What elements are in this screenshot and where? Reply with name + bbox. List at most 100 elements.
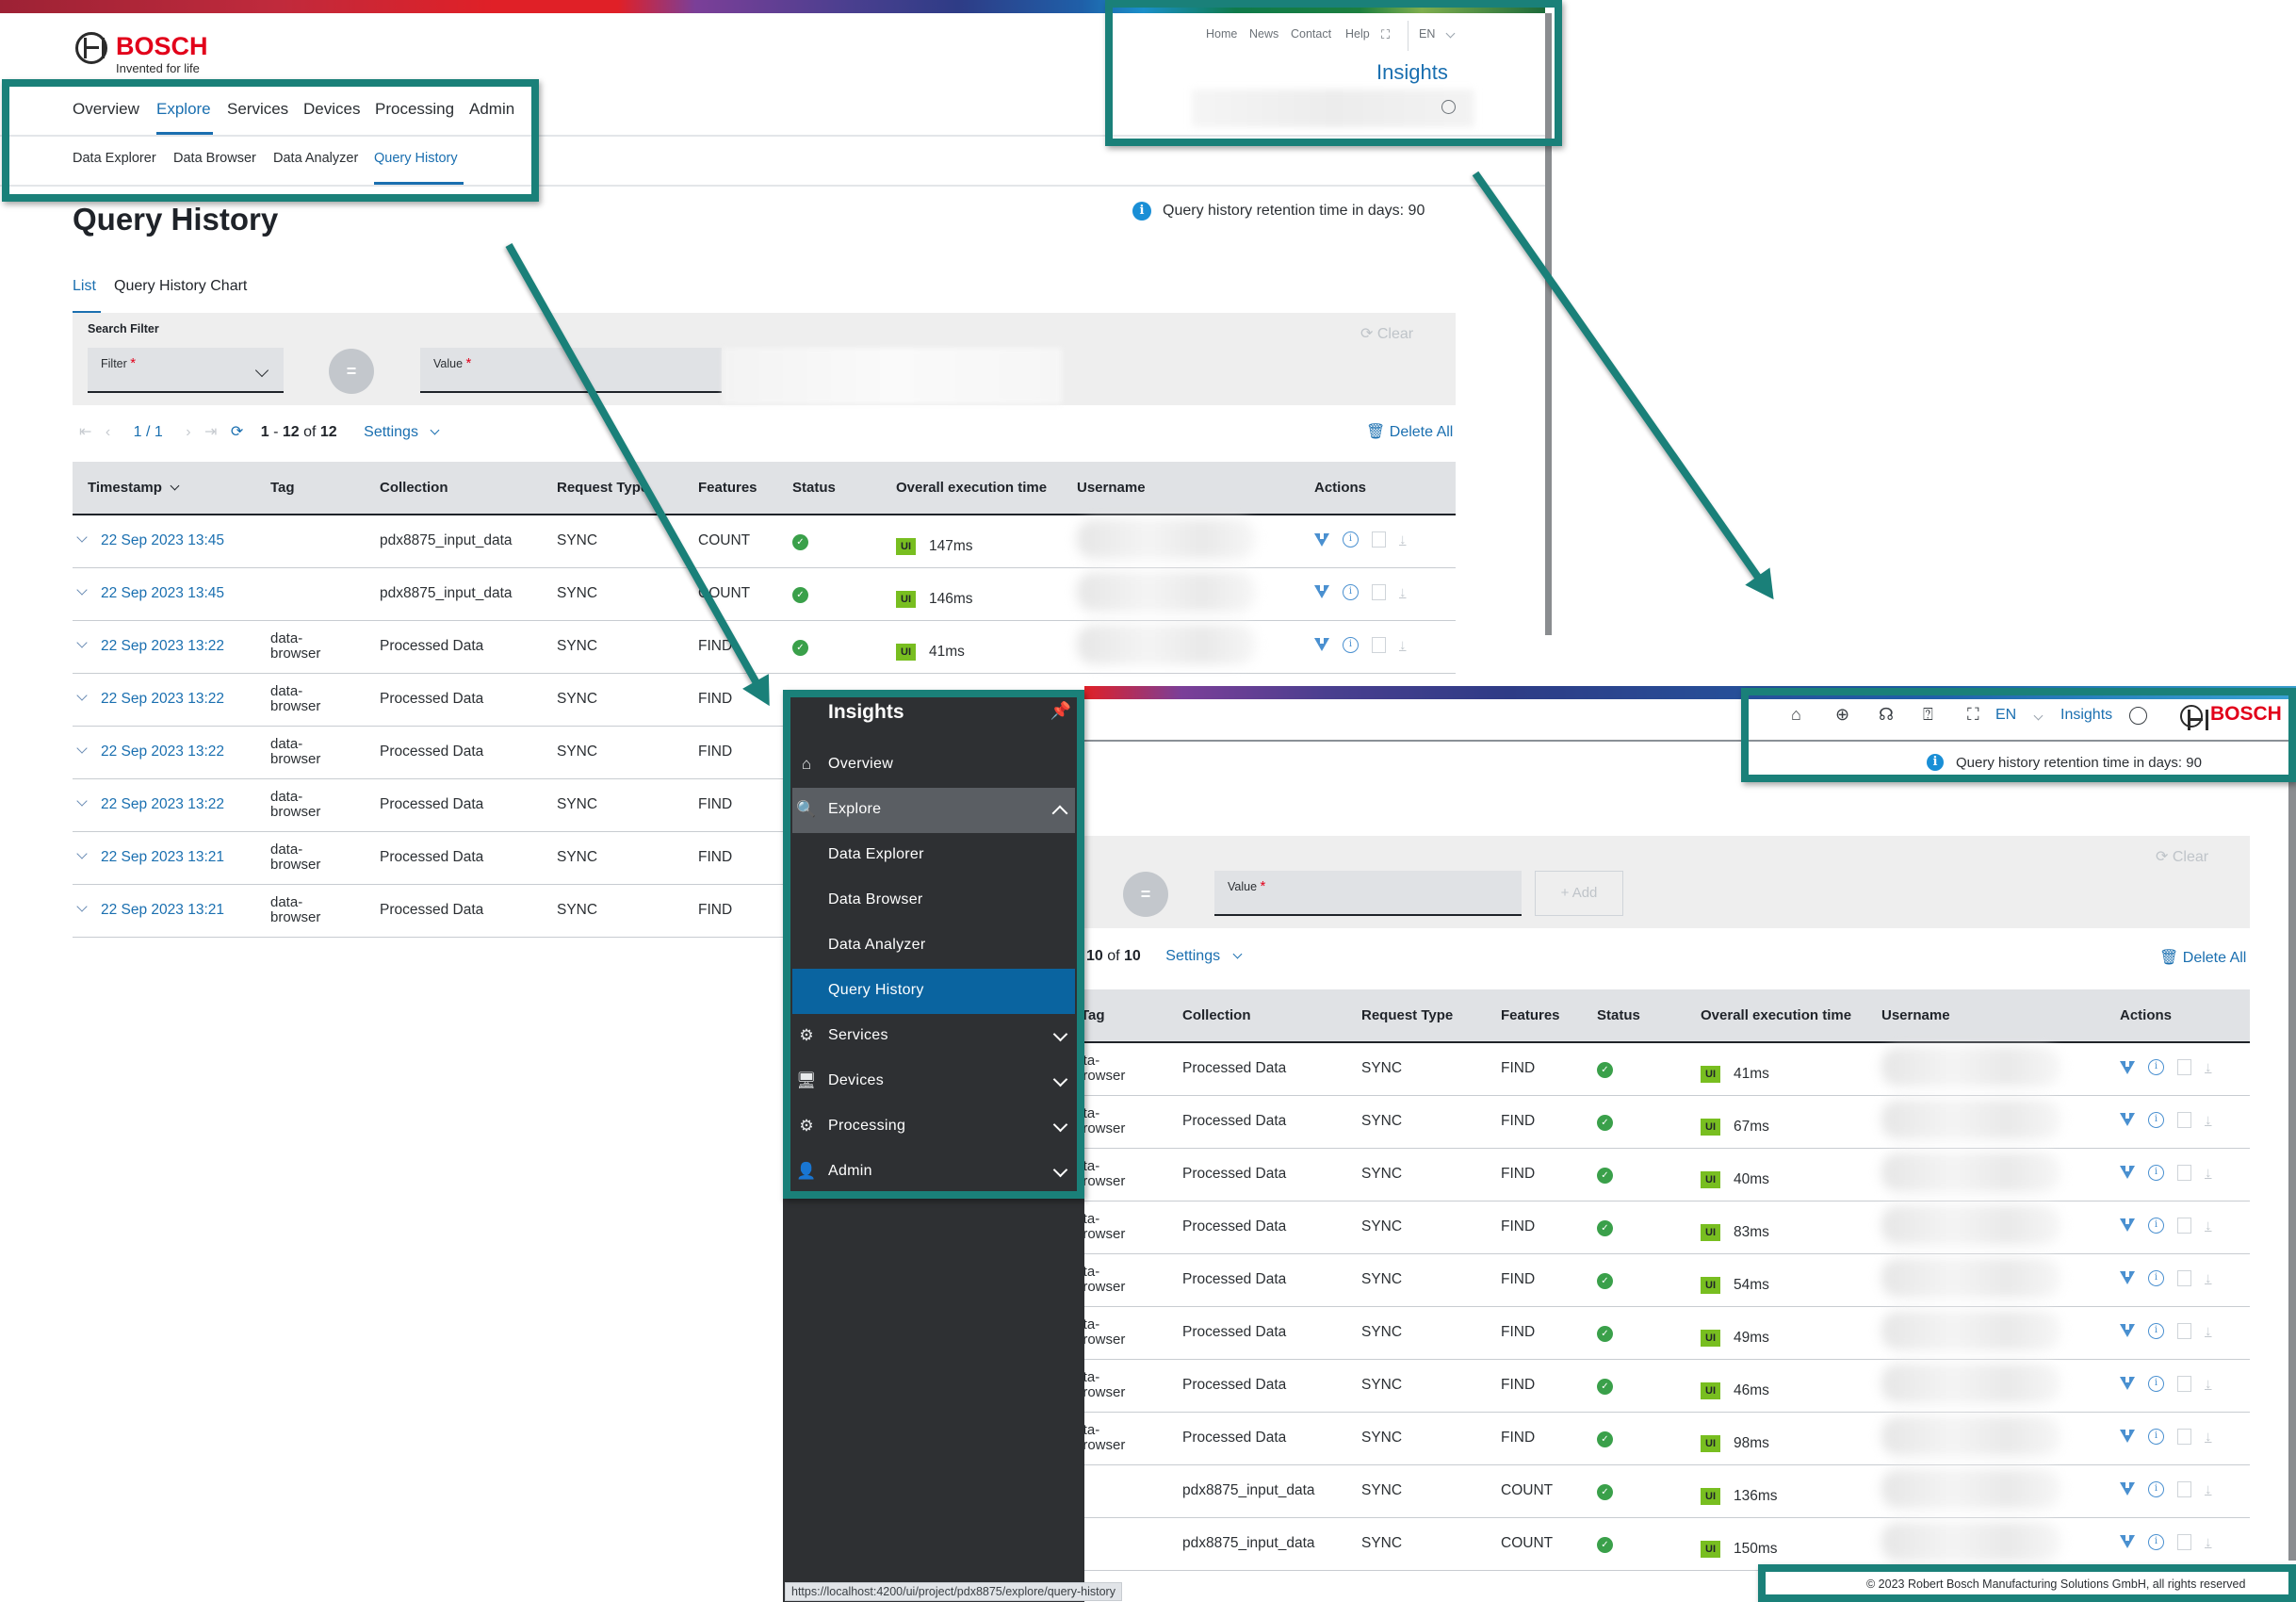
meta-nav-contact[interactable]: Contact — [1291, 27, 1331, 41]
expand-row-icon[interactable] — [76, 740, 88, 756]
copy-icon[interactable] — [2177, 1111, 2191, 1128]
timestamp[interactable]: 22 Sep 2023 13:45 — [101, 585, 224, 601]
chevron-down-icon[interactable] — [1052, 1026, 1068, 1044]
subnav-data-browser[interactable]: Data Browser — [173, 151, 256, 166]
last-page-icon[interactable]: ⇥ — [204, 424, 217, 440]
delete-all-button[interactable]: 🗑 Delete All — [2159, 948, 2246, 967]
download-icon[interactable]: ↓ — [2205, 1481, 2212, 1497]
copy-icon[interactable] — [2177, 1533, 2191, 1550]
tab-query-history-chart[interactable]: Query History Chart — [114, 278, 247, 295]
sidebar-item-admin[interactable]: 👤 Admin — [792, 1150, 1075, 1195]
meta-nav-help[interactable]: Help — [1345, 27, 1370, 41]
details-icon[interactable]: i — [2148, 1480, 2164, 1497]
copy-icon[interactable] — [1372, 583, 1386, 600]
filter-icon[interactable] — [2120, 1166, 2135, 1180]
timestamp[interactable]: 22 Sep 2023 13:22 — [101, 744, 224, 760]
settings-dropdown[interactable]: Settings — [364, 424, 418, 440]
sidebar-item-explore[interactable]: 🔍 Explore — [792, 788, 1075, 833]
copy-icon[interactable] — [2177, 1480, 2191, 1497]
settings-chevron-icon[interactable] — [430, 421, 440, 437]
details-icon[interactable]: i — [2148, 1164, 2164, 1181]
table-row[interactable]: data-browserProcessed DataSYNCFIND✓ UI 49m… — [1084, 1306, 2250, 1360]
tab-list[interactable]: List — [73, 278, 96, 295]
table-row[interactable]: pdx8875_input_data SYNC COUNT ✓ UI 136ms i ↓ — [1084, 1464, 2250, 1518]
nav-processing[interactable]: Processing — [375, 100, 454, 119]
download-icon[interactable]: ↓ — [2205, 1112, 2212, 1128]
expand-row-icon[interactable] — [76, 793, 88, 809]
user-icon[interactable] — [1441, 100, 1456, 114]
sidebar-item-devices[interactable]: 🖥 Devices — [792, 1059, 1075, 1104]
timestamp[interactable]: 22 Sep 2023 13:21 — [101, 849, 224, 865]
details-icon[interactable]: i — [2148, 1111, 2164, 1128]
filter-icon[interactable] — [2120, 1218, 2135, 1233]
help-book-icon[interactable]: ⍰ — [1923, 705, 1933, 725]
download-icon[interactable]: ↓ — [2205, 1218, 2212, 1234]
filter-icon[interactable] — [1314, 585, 1329, 599]
sidebar-item-query-history[interactable]: Query History — [792, 969, 1075, 1014]
sidebar-item-data-browser[interactable]: Data Browser — [792, 878, 1075, 924]
vertical-scrollbar[interactable] — [2288, 741, 2296, 1561]
download-icon[interactable]: ↓ — [1399, 584, 1407, 600]
subnav-data-explorer[interactable]: Data Explorer — [73, 151, 156, 166]
chevron-down-icon[interactable] — [1052, 1162, 1068, 1180]
vertical-scrollbar[interactable] — [1545, 13, 1552, 635]
subnav-query-history[interactable]: Query History — [374, 151, 458, 166]
download-icon[interactable]: ↓ — [2205, 1323, 2212, 1339]
filter-icon[interactable] — [1314, 638, 1329, 652]
table-row[interactable]: 22 Sep 2023 13:22 data-browser Processed D… — [73, 620, 1456, 674]
fullscreen-icon[interactable]: ⛶ — [1381, 27, 1390, 42]
prev-page-icon[interactable]: ‹ — [106, 424, 110, 440]
details-icon[interactable]: i — [1343, 636, 1359, 653]
download-icon[interactable]: ↓ — [2205, 1534, 2212, 1550]
chevron-up-icon[interactable] — [1051, 805, 1068, 824]
copy-icon[interactable] — [2177, 1322, 2191, 1339]
nav-devices[interactable]: Devices — [303, 100, 360, 119]
filter-icon[interactable] — [2120, 1060, 2135, 1074]
settings-dropdown[interactable]: Settings — [1165, 948, 1220, 964]
download-icon[interactable]: ↓ — [2205, 1165, 2212, 1181]
table-row[interactable]: 22 Sep 2023 13:45 pdx8875_input_data SYNC C… — [73, 567, 1456, 621]
timestamp[interactable]: 22 Sep 2023 13:22 — [101, 796, 224, 812]
add-filter-button[interactable]: + Add — [1535, 871, 1623, 916]
download-icon[interactable]: ↓ — [2205, 1059, 2212, 1075]
sidebar-item-data-analyzer[interactable]: Data Analyzer — [792, 924, 1075, 969]
operator-button[interactable]: = — [329, 349, 374, 394]
fullscreen-icon[interactable]: ⛶ — [1967, 705, 1979, 725]
nav-services[interactable]: Services — [227, 100, 288, 119]
language-chevron-icon[interactable] — [2033, 707, 2044, 724]
details-icon[interactable]: i — [2148, 1059, 2164, 1075]
column-header-timestamp[interactable]: Timestamp — [73, 462, 267, 515]
copy-icon[interactable] — [1372, 531, 1386, 548]
user-icon[interactable] — [2129, 707, 2147, 725]
details-icon[interactable]: i — [2148, 1322, 2164, 1339]
expand-row-icon[interactable] — [76, 898, 88, 914]
delete-all-button[interactable]: 🗑 Delete All — [1366, 422, 1453, 441]
table-row[interactable]: data-browserProcessed DataSYNCFIND✓ UI 67m… — [1084, 1095, 2250, 1149]
copy-icon[interactable] — [2177, 1164, 2191, 1181]
filter-select[interactable]: Filter * — [88, 348, 284, 393]
details-icon[interactable]: i — [2148, 1269, 2164, 1286]
copy-icon[interactable] — [2177, 1375, 2191, 1392]
download-icon[interactable]: ↓ — [2205, 1270, 2212, 1286]
subnav-data-analyzer[interactable]: Data Analyzer — [273, 151, 358, 166]
nav-overview[interactable]: Overview — [73, 100, 139, 119]
next-page-icon[interactable]: › — [186, 424, 190, 440]
expand-row-icon[interactable] — [76, 845, 88, 861]
language-chevron-icon[interactable] — [1445, 26, 1456, 40]
details-icon[interactable]: i — [2148, 1533, 2164, 1550]
table-row[interactable]: 22 Sep 2023 13:45 pdx8875_input_data SYNC C… — [73, 515, 1456, 568]
sort-chevron-icon[interactable] — [170, 477, 180, 493]
download-icon[interactable]: ↓ — [2205, 1376, 2212, 1392]
table-row[interactable]: pdx8875_input_data SYNC COUNT ✓ UI 150ms i ↓ — [1084, 1517, 2250, 1571]
filter-icon[interactable] — [2120, 1271, 2135, 1285]
sidebar-item-overview[interactable]: ⌂ Overview — [792, 743, 1075, 788]
download-icon[interactable]: ↓ — [1399, 637, 1407, 653]
copy-icon[interactable] — [1372, 636, 1386, 653]
timestamp[interactable]: 22 Sep 2023 13:21 — [101, 902, 224, 918]
sidebar-item-processing[interactable]: ⚙ Processing — [792, 1104, 1075, 1150]
chevron-down-icon[interactable] — [1052, 1117, 1068, 1135]
language-selector[interactable]: EN — [1419, 27, 1435, 41]
filter-icon[interactable] — [2120, 1482, 2135, 1496]
filter-icon[interactable] — [1314, 532, 1329, 547]
details-icon[interactable]: i — [2148, 1428, 2164, 1445]
